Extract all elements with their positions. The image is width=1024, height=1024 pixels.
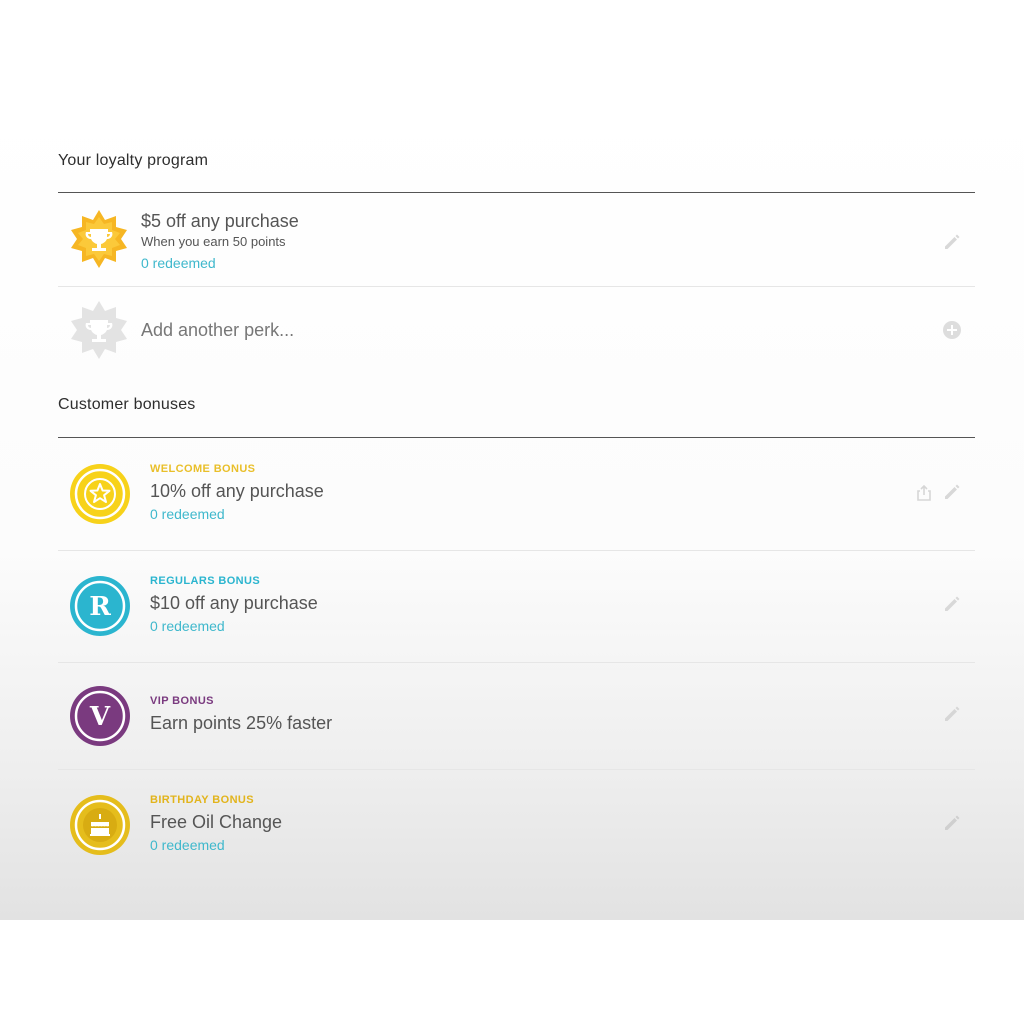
perk-title: $5 off any purchase <box>141 211 299 231</box>
cake-icon <box>69 794 131 856</box>
trophy-badge-icon <box>68 208 130 270</box>
bonus-redeemed: 0 redeemed <box>150 618 225 634</box>
perk-text: $5 off any purchase When you earn 50 poi… <box>141 209 299 273</box>
perk-row[interactable]: $5 off any purchase When you earn 50 poi… <box>58 194 975 287</box>
badge-letter: R <box>89 592 111 622</box>
star-icon <box>69 463 131 525</box>
bonus-row-vip[interactable]: V VIP BONUS Earn points 25% faster <box>58 663 975 770</box>
add-perk-text: Add another perk... <box>141 318 294 342</box>
bonus-tag: REGULARS BONUS <box>150 575 261 587</box>
bonus-title: Free Oil Change <box>150 812 283 832</box>
add-perk-label: Add another perk... <box>141 320 295 340</box>
bonus-tag: VIP BONUS <box>150 695 214 707</box>
bonus-row-welcome[interactable]: WELCOME BONUS 10% off any purchase 0 red… <box>58 439 975 551</box>
bonus-tag: WELCOME BONUS <box>150 463 256 475</box>
bonus-text-vip: VIP BONUS Earn points 25% faster <box>150 695 332 735</box>
bonuses-section-title: Customer bonuses <box>58 396 196 413</box>
bonus-title: Earn points 25% faster <box>150 713 333 733</box>
bonus-row-regulars[interactable]: R REGULARS BONUS $10 off any purchase 0 … <box>58 551 975 663</box>
bonus-row-birthday[interactable]: BIRTHDAY BONUS Free Oil Change 0 redeeme… <box>58 770 975 882</box>
perk-subtitle: When you earn 50 points <box>141 234 286 249</box>
edit-pencil-icon[interactable] <box>942 232 962 252</box>
trophy-placeholder-icon <box>68 299 130 361</box>
edit-pencil-icon[interactable] <box>942 594 962 614</box>
bonus-text-birthday: BIRTHDAY BONUS Free Oil Change 0 redeeme… <box>150 794 282 855</box>
bonus-redeemed: 0 redeemed <box>150 837 225 853</box>
badge-letter: V <box>89 702 111 732</box>
share-icon[interactable] <box>914 483 934 503</box>
edit-pencil-icon[interactable] <box>942 704 962 724</box>
edit-pencil-icon[interactable] <box>942 813 962 833</box>
bonus-text-regulars: REGULARS BONUS $10 off any purchase 0 re… <box>150 575 318 636</box>
bonus-text-welcome: WELCOME BONUS 10% off any purchase 0 red… <box>150 463 324 524</box>
loyalty-section-rule <box>58 192 975 193</box>
bonuses-section-rule <box>58 437 975 438</box>
bonus-title: $10 off any purchase <box>150 593 318 613</box>
perk-redeemed: 0 redeemed <box>141 255 216 271</box>
letter-r-icon: R <box>69 575 131 637</box>
bonus-redeemed: 0 redeemed <box>150 506 225 522</box>
edit-pencil-icon[interactable] <box>942 482 962 502</box>
add-circle-icon[interactable] <box>942 320 962 340</box>
bonus-title: 10% off any purchase <box>150 481 324 501</box>
loyalty-panel: Your loyalty program $5 off any purchase… <box>0 98 1024 920</box>
add-perk-row[interactable]: Add another perk... <box>58 287 975 367</box>
letter-v-icon: V <box>69 685 131 747</box>
loyalty-section-title: Your loyalty program <box>58 152 209 169</box>
bonus-tag: BIRTHDAY BONUS <box>150 794 255 806</box>
